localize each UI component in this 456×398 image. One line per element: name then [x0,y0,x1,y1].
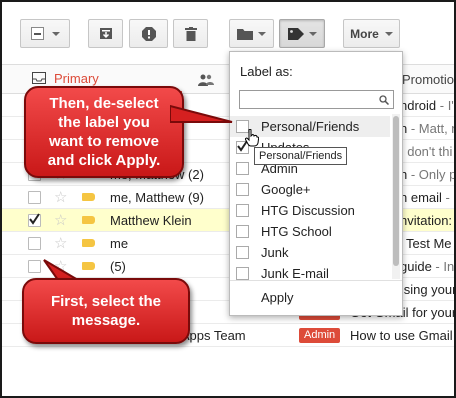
move-to-button[interactable] [229,19,274,48]
row-subject-text: guide [400,258,432,274]
chevron-down-icon [258,31,266,36]
callout-top-pointer [170,104,233,123]
importance-marker-icon[interactable] [82,262,95,270]
row-snippet: - Matt, n [407,120,454,136]
admin-label-badge: Admin [299,327,341,343]
row-snippet: - In [431,258,454,274]
row-subject: Test Me [406,236,454,251]
row-subject: How to use Gmail [350,328,454,343]
row-subject: n email - [400,190,454,205]
importance-marker-icon[interactable] [82,239,95,247]
archive-button[interactable] [88,19,123,48]
importance-marker-icon[interactable] [82,216,95,224]
row-subject: ndroid - I'm s [400,98,454,113]
row-subject: guide - In [400,259,454,274]
row-subject-text: How to use Gmail [350,327,453,343]
row-sender: (5) [110,258,126,274]
row-subject: nvitation: [400,213,454,228]
row-subject: n - Only p [400,167,454,182]
select-all-button[interactable] [20,19,70,48]
delete-button[interactable] [173,19,208,48]
label-option[interactable]: HTG Discussion [230,200,390,221]
label-option-checkbox[interactable] [236,183,249,196]
more-label: More [350,26,379,41]
folder-icon [237,28,253,40]
importance-marker-icon[interactable] [82,193,95,201]
row-checkbox[interactable] [28,190,41,204]
row-checkbox[interactable] [28,236,41,250]
tab-primary-label: Primary [54,70,99,86]
label-option-text: Google+ [261,182,311,197]
row-subject: I don't thi [400,144,454,159]
row-subject-text: nvitation: [400,212,453,228]
row-snippet: - I'm s [439,97,454,113]
row-subject-text: Test Me [406,235,452,251]
label-option-checkbox[interactable] [236,204,249,217]
label-option-checkbox[interactable] [236,246,249,259]
row-sender: me, Matthew (9) [110,189,204,205]
row-subject: n - Matt, n [400,121,454,136]
labels-button[interactable] [279,19,325,48]
report-spam-button[interactable] [129,19,168,48]
label-as-title: Label as: [240,64,293,79]
row-checkbox[interactable] [28,259,41,273]
star-icon[interactable]: ☆ [54,213,67,228]
chevron-down-icon [308,31,317,36]
label-as-menu: Label as: Personal/FriendsUpdatesAdminGo… [229,51,403,316]
label-option-text: Junk [261,245,289,260]
callout-deselect-label: Then, de-select the label you want to re… [24,86,184,178]
apply-button[interactable]: Apply [261,290,294,305]
gmail-window: More Primary Promotions ☆ ndroid - I'm s ☆… [0,0,456,398]
callout-select-message: First, select the message. [22,278,190,344]
menu-scrollbar-thumb[interactable] [393,116,399,266]
label-option-text: HTG Discussion [261,203,355,218]
row-snippet: I don't thi [400,143,453,159]
row-checkbox[interactable] [28,212,41,227]
menu-divider [230,280,402,281]
more-button[interactable]: More [343,19,400,48]
chevron-down-icon [384,31,393,36]
label-option-text: Junk E-mail [261,266,329,281]
search-icon [379,95,389,105]
select-all-checkbox-icon [30,27,44,40]
row-snippet: - Only p [407,166,454,182]
label-option-checkbox[interactable] [236,225,249,238]
label-option[interactable]: HTG School [230,221,390,242]
people-icon [198,74,214,86]
label-option-text: HTG School [261,224,332,239]
hand-cursor-icon [245,129,259,147]
row-subject-text: n email [400,189,442,205]
row-snippet: - [441,189,450,205]
tab-promotions[interactable]: Promotions [402,65,455,94]
row-subject-text: ndroid [400,97,437,113]
label-option-text: Personal/Friends [261,119,360,134]
report-spam-icon [141,26,156,41]
label-option-checkbox[interactable] [236,162,249,175]
chevron-down-icon [51,31,60,36]
label-option[interactable]: Junk [230,242,390,263]
star-icon[interactable]: ☆ [54,190,67,205]
label-tag-icon [287,27,304,40]
label-option-checkbox[interactable] [236,267,249,280]
label-option[interactable]: Google+ [230,179,390,200]
inbox-icon [32,72,46,84]
archive-icon [99,28,112,39]
row-sender: me [110,235,129,251]
label-tooltip: Personal/Friends [254,147,348,165]
callout-deselect-text: Then, de-select the label you want to re… [47,95,161,169]
callout-select-text: First, select the message. [50,293,162,329]
tab-promotions-label: Promotions [402,72,455,87]
trash-icon [184,26,197,41]
star-icon[interactable]: ☆ [54,236,67,251]
label-search-input[interactable] [239,90,394,109]
row-sender: Matthew Klein [110,212,192,228]
